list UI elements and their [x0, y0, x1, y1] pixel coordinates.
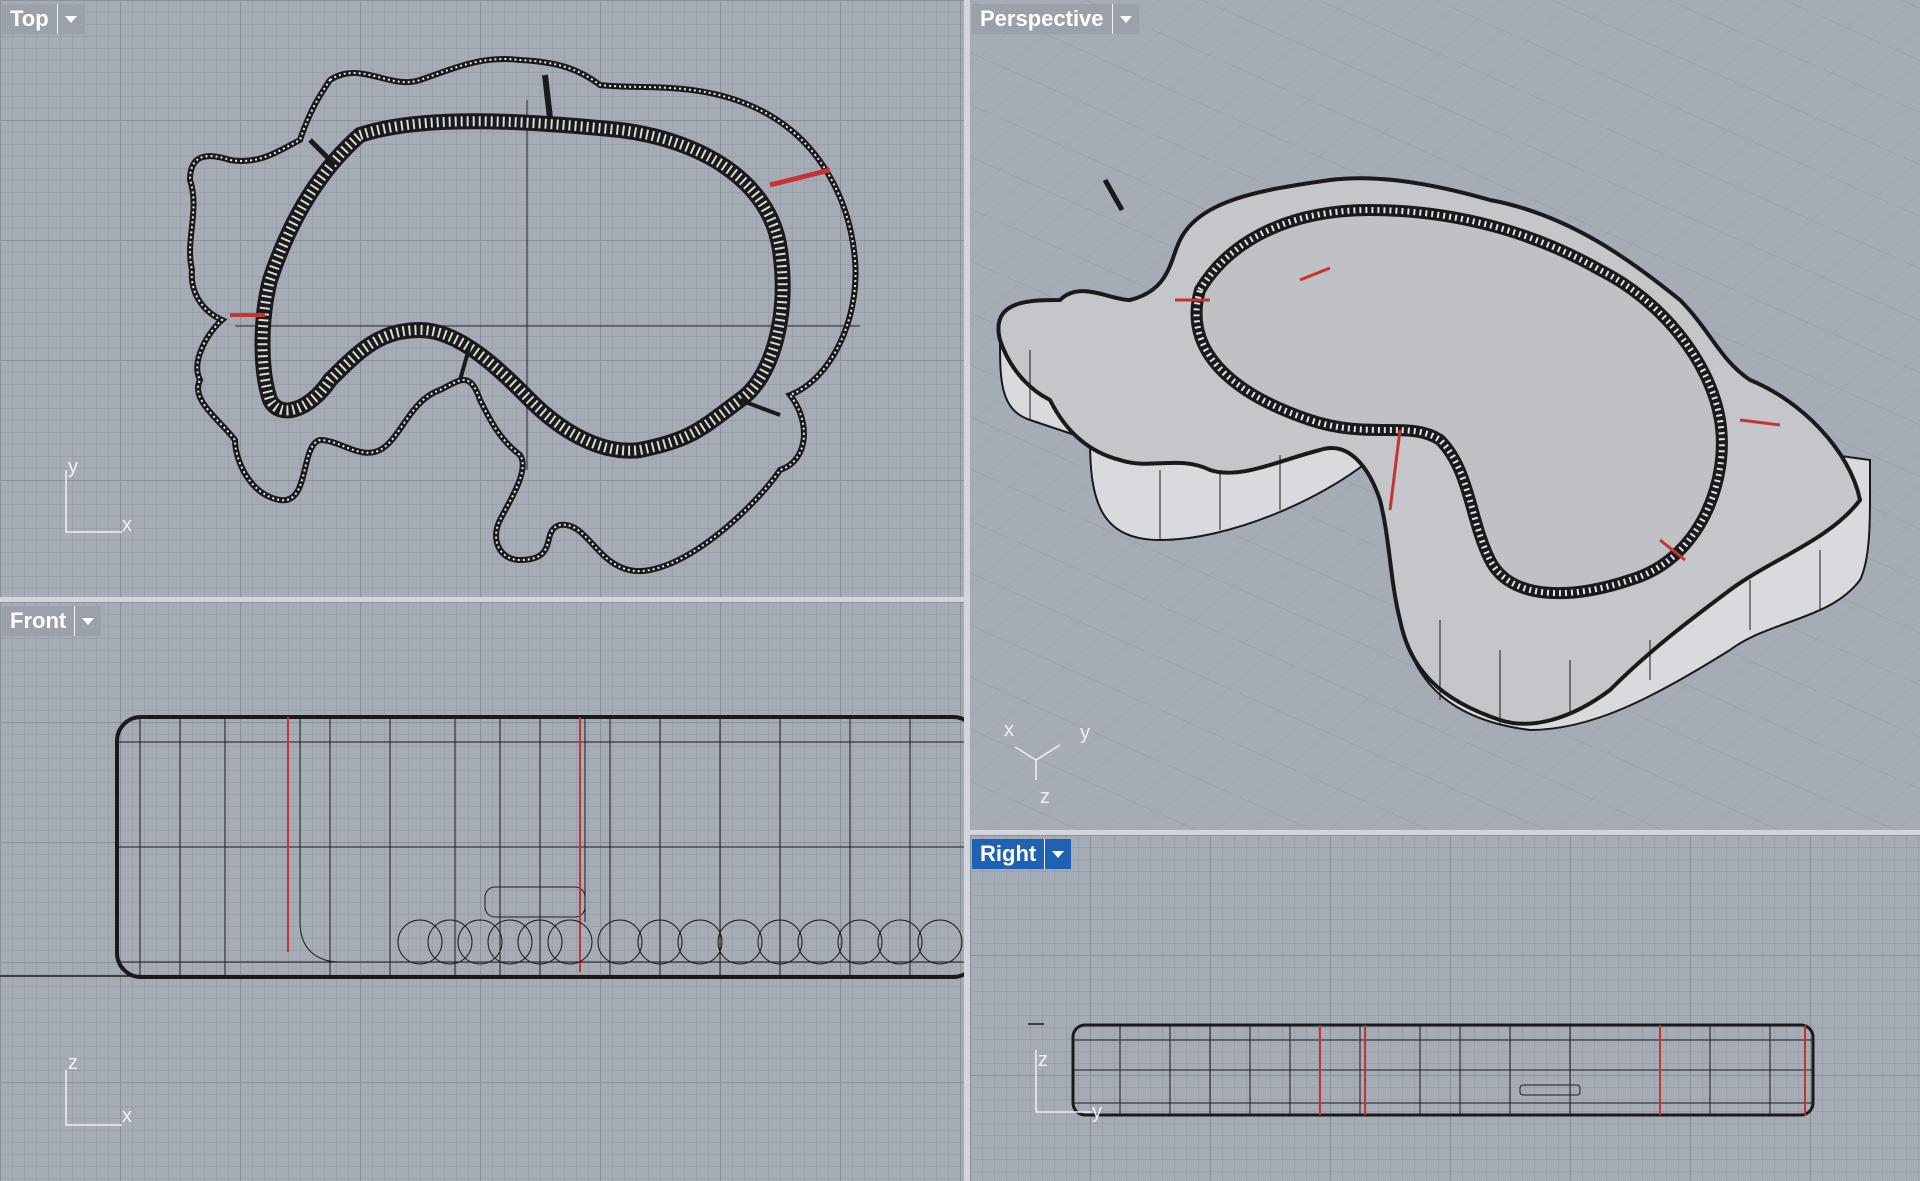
chevron-down-icon[interactable] — [1045, 839, 1072, 869]
chevron-down-icon[interactable] — [75, 606, 102, 636]
viewport-tab-front[interactable]: Front — [2, 606, 102, 636]
perspective-view-model — [970, 0, 1920, 830]
viewport-tab-right[interactable]: Right — [972, 839, 1072, 869]
viewport-title[interactable]: Front — [2, 606, 76, 636]
viewport-title[interactable]: Right — [972, 839, 1046, 869]
viewport-title[interactable]: Perspective — [972, 4, 1113, 34]
viewport-tab-perspective[interactable]: Perspective — [972, 4, 1139, 34]
viewport-perspective[interactable]: Perspective x y z — [970, 0, 1920, 830]
viewport-title[interactable]: Top — [2, 4, 58, 34]
inner-track — [254, 113, 791, 459]
viewport-tab-top[interactable]: Top — [2, 4, 84, 34]
front-view-model — [0, 715, 964, 979]
chevron-down-icon[interactable] — [1112, 4, 1139, 34]
outer-outline — [186, 56, 859, 575]
axis-label-x: x — [122, 514, 132, 536]
viewport-right[interactable]: Right z y — [970, 835, 1920, 1181]
axis-label-y: y — [68, 456, 78, 478]
axis-label-y: y — [1092, 1101, 1102, 1123]
axis-label-z: z — [68, 1052, 78, 1074]
axis-label-y: y — [1080, 722, 1090, 744]
axis-label-x: x — [122, 1105, 132, 1127]
right-view-model — [1028, 1023, 1815, 1117]
axis-label-z: z — [1038, 1049, 1048, 1071]
viewport-top[interactable]: Top y x — [0, 0, 964, 597]
viewport-front[interactable]: Front z x — [0, 602, 964, 1181]
top-view-model — [186, 56, 860, 575]
axis-gizmo — [1014, 744, 1061, 780]
chevron-down-icon[interactable] — [57, 4, 84, 34]
axis-label-z: z — [1040, 786, 1050, 808]
axis-label-x: x — [1004, 719, 1014, 741]
